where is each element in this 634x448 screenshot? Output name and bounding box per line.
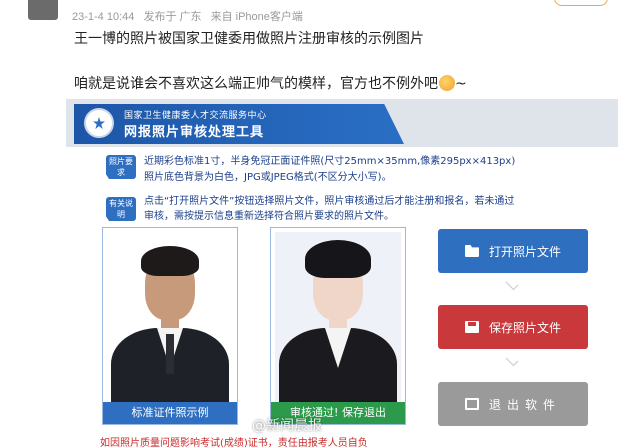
post-text-line1: 王一博的照片被国家卫健委用做照片注册审核的示例图片 bbox=[74, 31, 424, 47]
sample-caption: 标准证件照示例 bbox=[103, 402, 237, 424]
post-text-suffix: ~ bbox=[455, 76, 467, 92]
org-name: 国家卫生健康委人才交流服务中心 bbox=[124, 111, 267, 121]
post-text-line2-body: 咱就是说谁会不喜欢这么端正帅气的模样，官方也不例外吧 bbox=[74, 76, 438, 92]
save-icon bbox=[464, 321, 479, 333]
warning-text: 如因照片质量问题影响考试(成绩)证书，责任由报考人员自负 bbox=[100, 438, 368, 448]
watermark: @新闻晨报 bbox=[252, 418, 322, 434]
requirement-line: 审核，需按提示信息重新选择符合照片要求的照片文件。 bbox=[144, 211, 394, 222]
exit-icon bbox=[464, 398, 479, 410]
chevron-down-icon bbox=[505, 277, 519, 291]
exit-software-label: 退出软件 bbox=[488, 397, 561, 412]
post-image[interactable]: 国家卫生健康委人才交流服务中心 网报照片审核处理工具 照片要求 有关说明 近期彩… bbox=[66, 99, 618, 448]
post-source: 来自 iPhone客户端 bbox=[210, 11, 303, 23]
follow-button[interactable] bbox=[554, 0, 608, 6]
open-photo-label: 打开照片文件 bbox=[488, 244, 561, 259]
tool-header: 国家卫生健康委人才交流服务中心 网报照片审核处理工具 bbox=[66, 99, 618, 147]
badge-photo-requirements: 照片要求 bbox=[106, 155, 136, 179]
requirement-line: 近期彩色标准1寸，半身免冠正面证件照(尺寸25mm×35mm,像素295px×4… bbox=[144, 156, 516, 167]
sample-photo-frame: 标准证件照示例 bbox=[102, 227, 238, 425]
badge-notes: 有关说明 bbox=[106, 197, 136, 221]
uploaded-portrait bbox=[275, 232, 401, 408]
folder-icon bbox=[464, 245, 479, 257]
save-photo-button[interactable]: 保存照片文件 bbox=[438, 305, 588, 349]
exit-software-button[interactable]: 退出软件 bbox=[438, 382, 588, 426]
tool-title: 网报照片审核处理工具 bbox=[124, 125, 265, 140]
uploaded-photo-frame: 审核通过! 保存退出 bbox=[270, 227, 406, 425]
chevron-down-icon bbox=[505, 353, 519, 367]
requirement-line: 照片底色背景为白色，JPG或JPEG格式(不区分大小写)。 bbox=[144, 172, 392, 183]
sample-portrait bbox=[107, 232, 233, 408]
avatar[interactable] bbox=[28, 0, 58, 20]
post-text-line2: 咱就是说谁会不喜欢这么端正帅气的模样，官方也不例外吧 ~ bbox=[74, 73, 467, 93]
post-meta: 23-1-4 10:44 发布于 广东 来自 iPhone客户端 bbox=[72, 8, 309, 24]
save-photo-label: 保存照片文件 bbox=[488, 320, 561, 335]
requirement-line: 点击“打开照片文件”按钮选择照片文件，照片审核通过后才能注册和报名，若未通过 bbox=[144, 196, 515, 207]
post-date: 23-1-4 10:44 bbox=[72, 11, 135, 23]
emoji-icon bbox=[439, 75, 455, 91]
post-location: 发布于 广东 bbox=[143, 11, 202, 23]
emblem-icon bbox=[84, 108, 114, 138]
open-photo-button[interactable]: 打开照片文件 bbox=[438, 229, 588, 273]
